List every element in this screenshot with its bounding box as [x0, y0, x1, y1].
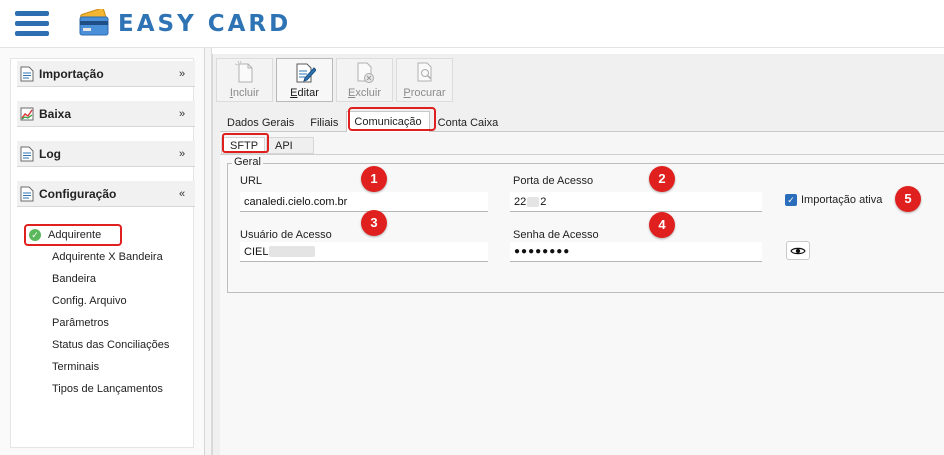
chart-icon	[20, 107, 34, 120]
porta-value-start: 22	[514, 195, 527, 208]
callout-badge-4: 4	[649, 212, 675, 238]
editar-label: ditar	[297, 87, 319, 99]
main-tabs: Dados Gerais Filiais Comunicação Conta C…	[219, 110, 506, 132]
incluir-button[interactable]: Incluir	[216, 58, 273, 102]
main-content: Incluir Editar Excluir Procurar Dados Ge…	[212, 54, 944, 455]
tab-dados-gerais[interactable]: Dados Gerais	[219, 113, 302, 132]
importacao-ativa-checkbox[interactable]: ✓ Importação ativa	[785, 194, 882, 206]
geral-group-title: Geral	[232, 156, 263, 168]
eye-icon	[790, 247, 806, 254]
sidebar-menu: Importação » Baixa » Log » Configuração …	[10, 58, 195, 448]
sidebar-item-config-arquivo[interactable]: Config. Arquivo	[52, 295, 127, 307]
callout-badge-2: 2	[649, 166, 675, 192]
sidebar-group-label: Log	[39, 146, 61, 161]
url-field[interactable]	[240, 192, 488, 212]
sidebar-group-log[interactable]: Log »	[17, 141, 195, 167]
delete-document-icon	[357, 62, 374, 83]
senha-field[interactable]: ●●●●●●●●	[510, 242, 762, 262]
usuario-value: CIEL	[244, 245, 269, 258]
toolbar: Incluir Editar Excluir Procurar	[216, 58, 453, 102]
importacao-ativa-label: Importação ativa	[801, 194, 883, 206]
sidebar-item-label: Adquirente	[48, 229, 102, 241]
porta-field[interactable]: 22 2	[510, 192, 762, 212]
document-icon	[20, 66, 34, 81]
sidebar: Importação » Baixa » Log » Configuração …	[0, 48, 205, 455]
sub-tabs: SFTP API	[221, 134, 315, 154]
callout-badge-1: 1	[361, 166, 387, 192]
sidebar-item-adquirente-x-bandeira[interactable]: Adquirente X Bandeira	[52, 251, 163, 263]
sidebar-item-parametros[interactable]: Parâmetros	[52, 317, 109, 329]
hamburger-menu-icon[interactable]	[15, 11, 49, 37]
procurar-button[interactable]: Procurar	[396, 58, 453, 102]
excluir-button[interactable]: Excluir	[336, 58, 393, 102]
credit-card-logo-icon	[79, 9, 109, 36]
checkbox-checked-icon: ✓	[785, 194, 797, 206]
show-password-button[interactable]	[786, 241, 810, 260]
incluir-label: ncluir	[232, 87, 260, 99]
sidebar-item-tipos-lancamentos[interactable]: Tipos de Lançamentos	[52, 383, 163, 395]
porta-label: Porta de Acesso	[513, 175, 594, 187]
sidebar-item-status-conciliacoes[interactable]: Status das Conciliações	[52, 339, 169, 351]
app-window: EASY CARD Importação » Baixa » Log » Con…	[0, 0, 944, 455]
usuario-field[interactable]: CIEL	[240, 242, 488, 262]
url-label: URL	[240, 175, 263, 187]
app-logo: EASY CARD	[78, 8, 291, 40]
procurar-label: rocurar	[410, 87, 446, 99]
top-bar: EASY CARD	[0, 0, 944, 48]
redacted-mask	[527, 196, 540, 207]
chevron-double-down-icon[interactable]: »	[175, 68, 189, 80]
document-icon	[20, 146, 34, 161]
redacted-mask	[269, 246, 316, 257]
tab-api[interactable]: API	[266, 137, 314, 154]
tab-comunicacao[interactable]: Comunicação	[346, 111, 430, 132]
new-document-icon	[234, 60, 252, 83]
sidebar-group-importacao[interactable]: Importação »	[17, 61, 195, 87]
editar-button[interactable]: Editar	[276, 58, 333, 102]
excluir-label: xcluir	[355, 87, 381, 99]
sidebar-group-configuracao[interactable]: Configuração «	[17, 181, 195, 207]
check-circle-icon: ✓	[29, 229, 41, 241]
chevron-double-up-icon[interactable]: «	[175, 188, 189, 200]
senha-label: Senha de Acesso	[513, 229, 599, 241]
callout-badge-5: 5	[895, 186, 921, 212]
sidebar-group-label: Configuração	[39, 186, 117, 201]
usuario-label: Usuário de Acesso	[240, 229, 332, 241]
callout-badge-3: 3	[361, 210, 387, 236]
procurar-mnemonic: P	[403, 87, 411, 99]
tab-conta-caixa[interactable]: Conta Caixa	[430, 113, 507, 132]
chevron-double-down-icon[interactable]: »	[175, 108, 189, 120]
sidebar-item-adquirente[interactable]: ✓ Adquirente	[24, 224, 122, 246]
edit-icon	[296, 63, 316, 83]
sidebar-item-bandeira[interactable]: Bandeira	[52, 273, 96, 285]
chevron-double-down-icon[interactable]: »	[175, 148, 189, 160]
sidebar-splitter[interactable]	[205, 48, 212, 455]
tab-sftp[interactable]: SFTP	[221, 137, 265, 154]
sidebar-group-label: Baixa	[39, 106, 72, 121]
document-icon	[20, 186, 34, 201]
tab-filiais[interactable]: Filiais	[302, 113, 346, 132]
sidebar-group-label: Importação	[39, 66, 104, 81]
sidebar-item-terminais[interactable]: Terminais	[52, 361, 99, 373]
sidebar-group-baixa[interactable]: Baixa »	[17, 101, 195, 127]
search-document-icon	[417, 62, 431, 82]
porta-value-end: 2	[540, 195, 547, 208]
logo-text: EASY CARD	[118, 11, 292, 37]
